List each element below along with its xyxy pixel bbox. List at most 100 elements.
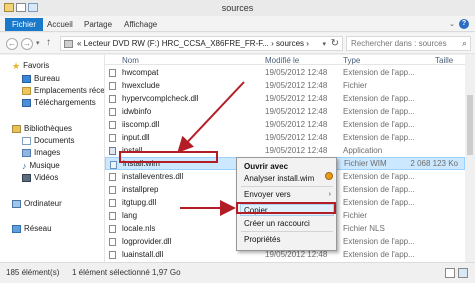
nav-libraries[interactable]: Bibliothèques (12, 124, 72, 133)
chevron-down-icon[interactable]: ▾ (322, 40, 326, 48)
nav-label: Ordinateur (24, 199, 62, 208)
file-date: 19/05/2012 12:48 (265, 146, 328, 155)
nav-label: Bibliothèques (24, 124, 73, 133)
nav-label: Vidéos (34, 173, 59, 182)
file-type: Extension de l'app... (343, 107, 415, 116)
search-box[interactable]: ⌕ (346, 36, 471, 51)
menu-separator (241, 186, 333, 187)
column-size[interactable]: Taille (435, 56, 453, 65)
file-icon (109, 251, 116, 259)
file-row[interactable]: idwbinfo 19/05/2012 12:48 Extension de l'a… (105, 105, 465, 118)
file-type: Extension de l'app... (343, 120, 415, 129)
file-icon (109, 82, 116, 90)
chevron-down-icon[interactable]: ⌄ (449, 20, 455, 28)
file-type: Fichier WIM (344, 159, 387, 168)
nav-music[interactable]: ♪ Musique (22, 161, 60, 170)
file-row[interactable]: iiscomp.dll 19/05/2012 12:48 Extension de … (105, 118, 465, 131)
ribbon-tabs: Fichier Accueil Partage Affichage ⌄ ? (0, 16, 475, 32)
computer-icon (12, 199, 21, 208)
antivirus-icon (325, 172, 333, 180)
refresh-icon[interactable]: ↻ (331, 38, 339, 49)
help-icon[interactable]: ? (459, 19, 469, 29)
file-row[interactable]: input.dll 19/05/2012 12:48 Extension de l'… (105, 131, 465, 144)
nav-images[interactable]: Images (22, 148, 60, 157)
menu-open-with[interactable]: Ouvrir avec (244, 162, 288, 171)
nav-network[interactable]: Réseau (12, 224, 52, 233)
tab-home[interactable]: Accueil (40, 18, 80, 31)
file-date: 19/05/2012 12:48 (265, 120, 328, 129)
column-header: Nom Modifié le Type Taille (105, 55, 475, 65)
file-type: Extension de l'app... (343, 172, 415, 181)
menu-send-to[interactable]: Envoyer vers (244, 190, 291, 199)
search-icon[interactable]: ⌕ (462, 38, 467, 49)
annotation-box-copy (236, 202, 336, 214)
file-type: Extension de l'app... (343, 198, 415, 207)
details-view-icon[interactable] (445, 268, 455, 278)
up-button[interactable]: ↑ (46, 37, 51, 48)
menu-create-shortcut[interactable]: Créer un raccourci (244, 219, 310, 228)
nav-desktop[interactable]: Bureau (22, 74, 60, 83)
file-row[interactable]: hypervcomplcheck.dll 19/05/2012 12:48 Exte… (105, 92, 465, 105)
file-date: 19/05/2012 12:48 (265, 81, 328, 90)
file-name: installeventres.dll (122, 172, 184, 181)
file-type: Fichier (343, 81, 368, 90)
nav-downloads[interactable]: Téléchargements (22, 98, 96, 107)
recent-locations-button[interactable]: ▾ (36, 39, 40, 47)
downloads-icon (22, 98, 31, 107)
item-count: 185 élément(s) (6, 268, 60, 277)
file-date: 19/05/2012 12:48 (265, 133, 328, 142)
file-type: Extension de l'app... (343, 237, 415, 246)
file-date: 19/05/2012 12:48 (265, 94, 328, 103)
annotation-box-install-wim (119, 151, 218, 163)
nav-videos[interactable]: Vidéos (22, 173, 58, 182)
address-bar[interactable]: « Lecteur DVD RW (F:) HRC_CCSA_X86FRE_FR… (60, 36, 343, 51)
file-type: Extension de l'app... (343, 250, 415, 259)
scrollbar-thumb[interactable] (467, 95, 473, 155)
forward-button[interactable]: → (21, 38, 33, 50)
nav-favorites[interactable]: ★ Favoris (12, 61, 49, 70)
column-name[interactable]: Nom (122, 56, 139, 65)
menu-scan[interactable]: Analyser install.wim (244, 174, 314, 183)
videos-icon (22, 173, 31, 182)
file-name: logprovider.dll (122, 237, 172, 246)
nav-documents[interactable]: Documents (22, 136, 74, 145)
file-name: installprep (122, 185, 159, 194)
menu-separator (241, 231, 333, 232)
file-name: iiscomp.dll (122, 120, 160, 129)
libraries-icon (12, 124, 21, 133)
file-size: 2 068 123 Ko (410, 159, 458, 168)
tab-file[interactable]: Fichier (5, 18, 44, 31)
file-type: Extension de l'app... (343, 133, 415, 142)
tab-share[interactable]: Partage (77, 18, 119, 31)
file-name: hypervcomplcheck.dll (122, 94, 199, 103)
large-icons-view-icon[interactable] (458, 268, 468, 278)
tab-view[interactable]: Affichage (117, 18, 164, 31)
search-input[interactable] (347, 37, 455, 50)
file-icon (109, 121, 116, 129)
nav-label: Réseau (24, 224, 52, 233)
file-name: lang (122, 211, 138, 220)
file-type: Application (343, 146, 383, 155)
column-modified[interactable]: Modifié le (265, 56, 299, 65)
back-button[interactable]: ← (6, 38, 18, 50)
menu-properties[interactable]: Propriétés (244, 235, 280, 244)
file-row[interactable]: hwexclude 19/05/2012 12:48 Fichier (105, 79, 465, 92)
file-type: Fichier (343, 211, 368, 220)
navigation-bar: ← → ▾ ↑ « Lecteur DVD RW (F:) HRC_CCSA_X… (0, 33, 475, 54)
file-row[interactable]: hwcompat 19/05/2012 12:48 Extension de l'a… (105, 66, 465, 79)
nav-label: Téléchargements (34, 98, 96, 107)
file-name: luainstall.dll (122, 250, 164, 259)
file-name: itgtupg.dll (122, 198, 157, 207)
file-icon (109, 147, 116, 155)
network-icon (12, 224, 21, 233)
nav-recent-places[interactable]: Emplacements récer (22, 86, 107, 95)
file-icon (109, 238, 116, 246)
nav-computer[interactable]: Ordinateur (12, 199, 62, 208)
column-type[interactable]: Type (343, 56, 360, 65)
nav-label: Emplacements récer (34, 86, 108, 95)
file-icon (109, 108, 116, 116)
music-icon: ♪ (22, 160, 27, 171)
vertical-scrollbar[interactable] (465, 55, 475, 262)
file-name: idwbinfo (122, 107, 152, 116)
address-path[interactable]: « Lecteur DVD RW (F:) HRC_CCSA_X86FRE_FR… (77, 39, 309, 48)
